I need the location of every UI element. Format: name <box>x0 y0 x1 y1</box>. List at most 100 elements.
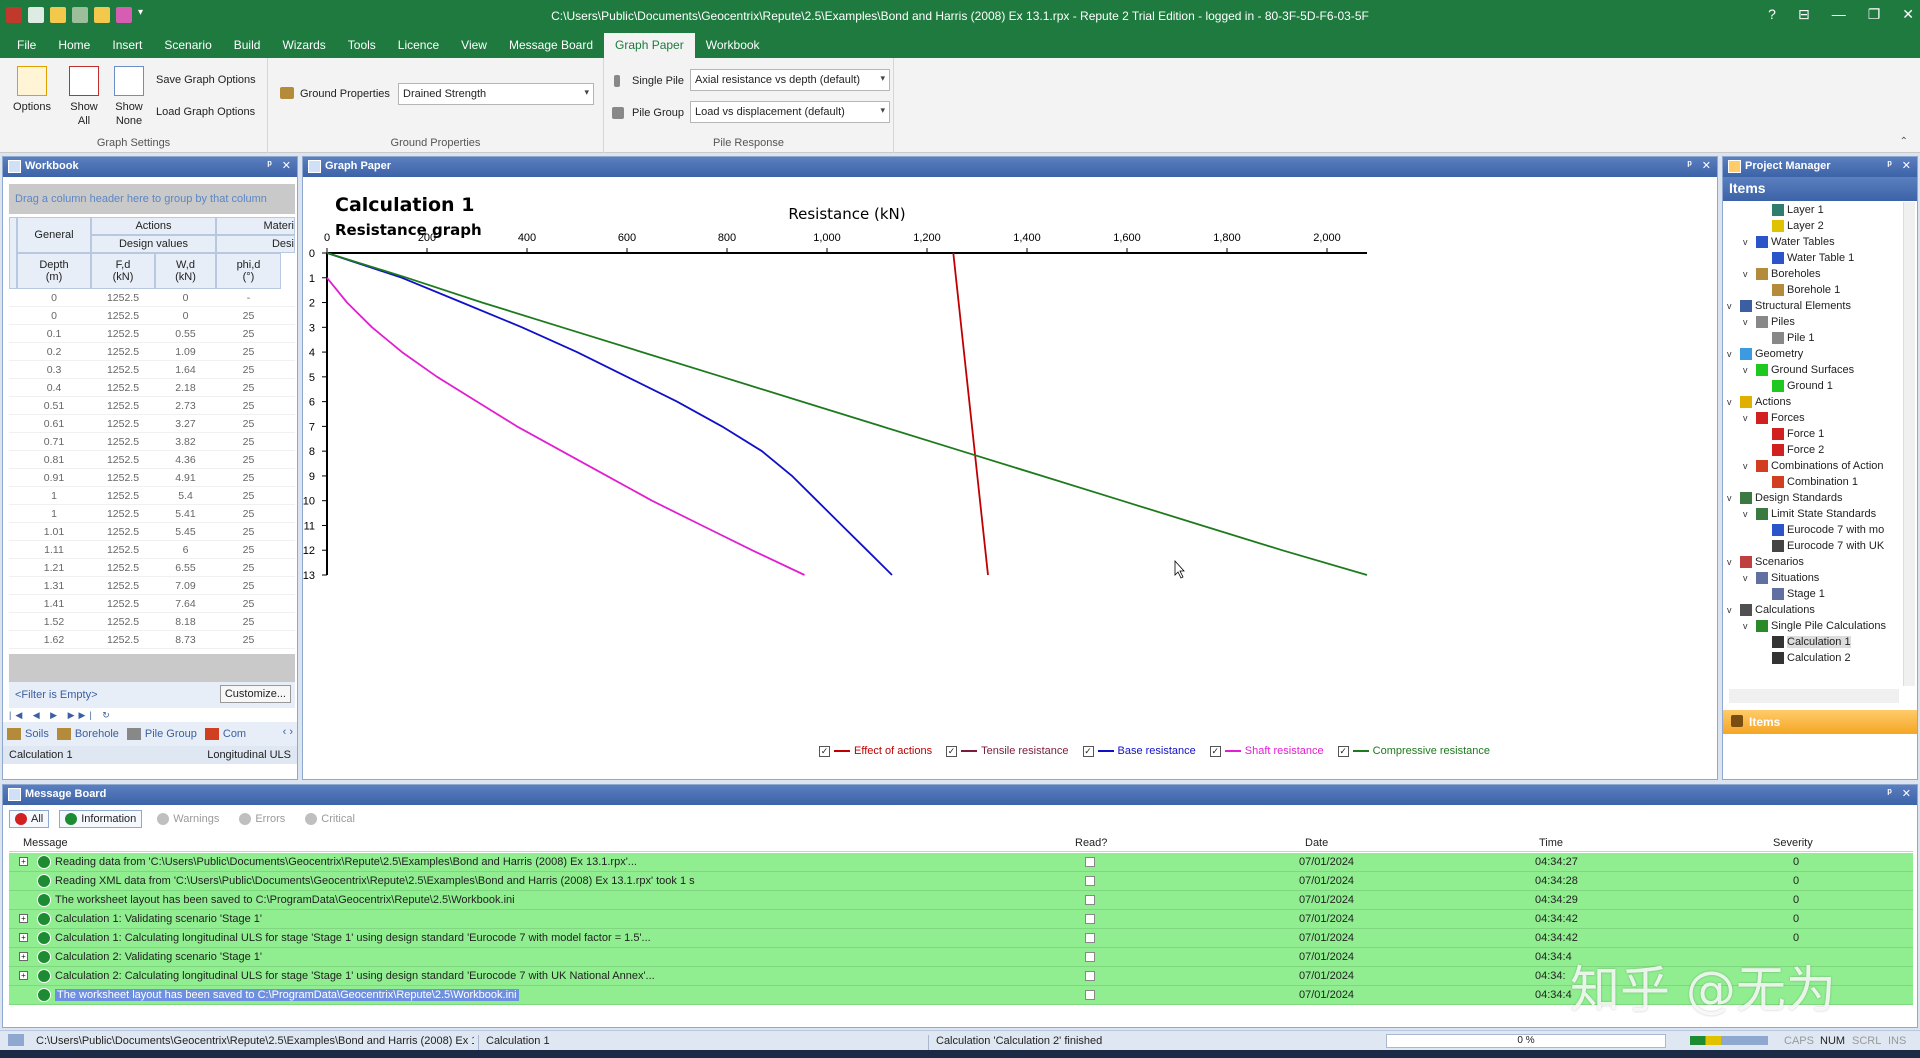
table-cell[interactable]: 25 <box>216 580 281 592</box>
table-row[interactable]: 0 1252.5 0 25 <box>9 307 295 325</box>
show-none-button[interactable]: Show None <box>106 66 152 128</box>
read-checkbox[interactable] <box>1085 971 1095 981</box>
column-header-phi[interactable]: phi,d (°) <box>216 253 281 289</box>
ribbon-display-button[interactable]: ⊟ <box>1798 6 1810 23</box>
tab-message-board[interactable]: Message Board <box>498 33 604 58</box>
table-cell[interactable]: 1.52 <box>17 616 91 628</box>
expand-chevron-icon[interactable]: v <box>1727 605 1737 615</box>
tree-item[interactable]: v Water Tables <box>1743 236 1835 248</box>
table-cell[interactable]: 1252.5 <box>91 472 155 484</box>
tree-item[interactable]: v Boreholes <box>1743 268 1821 280</box>
pin-icon[interactable]: ᵖ <box>1887 159 1891 172</box>
tree-item[interactable]: Calculation 2 <box>1759 652 1851 664</box>
table-cell[interactable]: 0.51 <box>17 400 91 412</box>
table-cell[interactable]: 0.3 <box>17 364 91 376</box>
table-cell[interactable]: 1.64 <box>155 364 216 376</box>
filter-warnings-button[interactable]: Warnings <box>152 811 224 827</box>
table-cell[interactable]: 1 <box>17 508 91 520</box>
table-row[interactable]: 0.81 1252.5 4.36 25 <box>9 451 295 469</box>
table-cell[interactable]: 25 <box>216 310 281 322</box>
table-cell[interactable]: 1.21 <box>17 562 91 574</box>
table-cell[interactable]: 1252.5 <box>91 418 155 430</box>
table-cell[interactable]: - <box>216 292 281 304</box>
tree-item[interactable]: Force 1 <box>1759 428 1824 440</box>
table-cell[interactable]: 1252.5 <box>91 544 155 556</box>
tree-item[interactable]: Eurocode 7 with mo <box>1759 524 1884 536</box>
resistance-chart[interactable]: 0 200 400 600 800 1,000 1,200 1,400 1,600 1,800 2,… <box>303 177 1719 781</box>
table-cell[interactable]: 7.09 <box>155 580 216 592</box>
table-cell[interactable]: 25 <box>216 562 281 574</box>
column-header-date[interactable]: Date <box>1305 837 1328 849</box>
table-cell[interactable]: 1252.5 <box>91 490 155 502</box>
table-row[interactable]: 0.1 1252.5 0.55 25 <box>9 325 295 343</box>
legend-checkbox[interactable]: ✓ <box>1209 745 1221 757</box>
tree-item[interactable]: Pile 1 <box>1759 332 1815 344</box>
table-cell[interactable]: 25 <box>216 436 281 448</box>
table-row[interactable]: 1.62 1252.5 8.73 25 <box>9 631 295 649</box>
table-cell[interactable]: 1252.5 <box>91 616 155 628</box>
expand-chevron-icon[interactable]: v <box>1727 557 1737 567</box>
tree-item[interactable]: Calculation 1 <box>1759 636 1851 648</box>
pin-icon[interactable]: ᵖ <box>1687 159 1691 172</box>
table-cell[interactable]: 1252.5 <box>91 382 155 394</box>
read-checkbox[interactable] <box>1085 952 1095 962</box>
filter-status[interactable]: <Filter is Empty> <box>15 689 98 701</box>
load-graph-options-button[interactable]: Load Graph Options <box>156 106 255 118</box>
legend-checkbox[interactable]: ✓ <box>1337 745 1349 757</box>
tree-item[interactable]: v Scenarios <box>1727 556 1804 568</box>
legend-checkbox[interactable]: ✓ <box>946 745 958 757</box>
close-icon[interactable]: ✕ <box>1702 159 1711 172</box>
tab-wizards[interactable]: Wizards <box>271 33 336 58</box>
table-cell[interactable]: 25 <box>216 400 281 412</box>
tree-item[interactable]: Ground 1 <box>1759 380 1833 392</box>
read-checkbox[interactable] <box>1085 857 1095 867</box>
save-graph-options-button[interactable]: Save Graph Options <box>156 74 256 86</box>
single-pile-dropdown[interactable]: Axial resistance vs depth (default) ▾ <box>690 69 890 91</box>
close-icon[interactable]: ✕ <box>1902 787 1911 800</box>
table-cell[interactable]: 25 <box>216 598 281 610</box>
message-row[interactable]: + Calculation 1: Validating scenario 'Sta… <box>9 910 1913 929</box>
expand-row-icon[interactable]: + <box>19 952 28 961</box>
table-cell[interactable]: 8.18 <box>155 616 216 628</box>
read-checkbox[interactable] <box>1085 990 1095 1000</box>
table-cell[interactable]: 0.71 <box>17 436 91 448</box>
filter-critical-button[interactable]: Critical <box>300 811 360 827</box>
table-cell[interactable]: 4.36 <box>155 454 216 466</box>
table-cell[interactable]: 25 <box>216 490 281 502</box>
table-row[interactable]: 1 1252.5 5.4 25 <box>9 487 295 505</box>
tree-item[interactable]: v Design Standards <box>1727 492 1842 504</box>
table-row[interactable]: 0.3 1252.5 1.64 25 <box>9 361 295 379</box>
table-cell[interactable]: 25 <box>216 526 281 538</box>
table-cell[interactable]: 2.18 <box>155 382 216 394</box>
help-button[interactable]: ? <box>1768 6 1776 23</box>
collapse-ribbon-icon[interactable]: ⌃ <box>1900 136 1908 147</box>
table-row[interactable]: 1.52 1252.5 8.18 25 <box>9 613 295 631</box>
tree-item[interactable]: Force 2 <box>1759 444 1824 456</box>
ground-properties-dropdown[interactable]: Drained Strength ▾ <box>398 83 594 105</box>
tab-build[interactable]: Build <box>223 33 272 58</box>
pin-icon[interactable]: ᵖ <box>267 159 271 172</box>
table-cell[interactable]: 25 <box>216 454 281 466</box>
expand-chevron-icon[interactable]: v <box>1743 317 1753 327</box>
close-button[interactable]: ✕ <box>1902 6 1914 23</box>
tab-borehole[interactable]: Borehole <box>56 726 119 742</box>
table-cell[interactable]: 25 <box>216 382 281 394</box>
table-row[interactable]: 0.2 1252.5 1.09 25 <box>9 343 295 361</box>
expand-chevron-icon[interactable]: v <box>1727 397 1737 407</box>
tree-item[interactable]: v Ground Surfaces <box>1743 364 1854 376</box>
expand-chevron-icon[interactable]: v <box>1743 237 1753 247</box>
minimize-button[interactable]: — <box>1832 6 1846 23</box>
tab-scroll-arrows[interactable]: ‹ › <box>283 726 293 742</box>
table-cell[interactable]: 7.64 <box>155 598 216 610</box>
column-band-material[interactable]: Materi <box>216 217 295 235</box>
table-row[interactable]: 0.91 1252.5 4.91 25 <box>9 469 295 487</box>
expand-row-icon[interactable]: + <box>19 933 28 942</box>
tab-workbook[interactable]: Workbook <box>695 33 771 58</box>
table-cell[interactable]: 25 <box>216 544 281 556</box>
table-cell[interactable]: 5.41 <box>155 508 216 520</box>
table-cell[interactable]: 3.27 <box>155 418 216 430</box>
tab-soils[interactable]: Soils <box>7 726 49 742</box>
table-cell[interactable]: 0 <box>155 310 216 322</box>
table-cell[interactable]: 1252.5 <box>91 580 155 592</box>
table-cell[interactable]: 6.55 <box>155 562 216 574</box>
